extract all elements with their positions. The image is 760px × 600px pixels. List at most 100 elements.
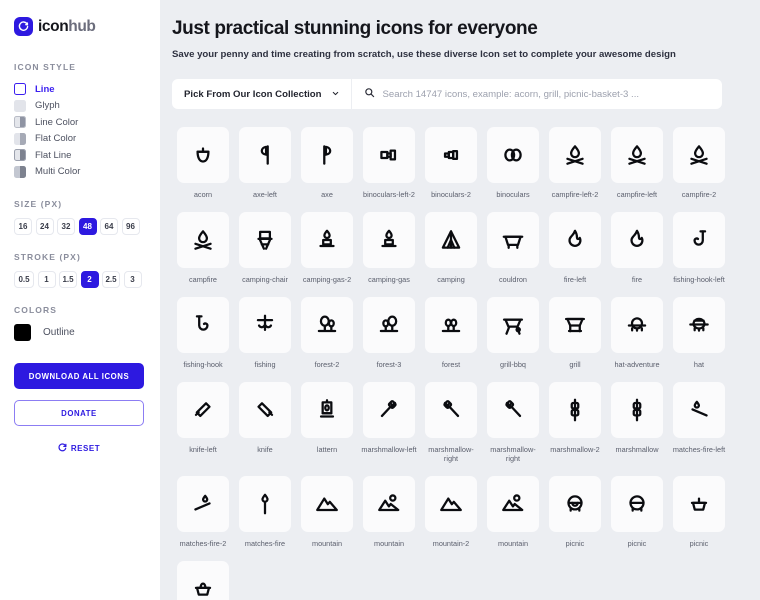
icon-cell[interactable]: forest-2 <box>296 296 358 370</box>
collection-picker[interactable]: Pick From Our Icon Collection <box>172 79 352 109</box>
style-option-flat-line[interactable]: Flat Line <box>14 147 146 164</box>
icon-cell[interactable]: couldron <box>482 211 544 285</box>
campfire-icon <box>611 127 663 183</box>
reset-button[interactable]: RESET <box>14 439 144 457</box>
stroke-option-3[interactable]: 3 <box>123 271 142 288</box>
icon-cell[interactable]: binoculars-left-2 <box>358 127 420 200</box>
icon-cell[interactable]: mountain <box>358 476 420 549</box>
download-all-icons-button[interactable]: DOWNLOAD ALL ICONS <box>14 363 144 389</box>
icon-cell[interactable]: binoculars-2 <box>420 127 482 200</box>
style-option-glyph[interactable]: Glyph <box>14 98 146 115</box>
brand-name-light: hub <box>68 17 96 35</box>
search-icon <box>364 85 375 103</box>
icon-cell[interactable]: knife <box>234 381 296 465</box>
icon-cell[interactable]: camping-chair <box>234 211 296 285</box>
icon-cell[interactable]: matches-fire-2 <box>172 476 234 549</box>
icon-cell[interactable]: binoculars <box>482 127 544 200</box>
marshmallow-right-icon <box>487 381 539 438</box>
size-option-32[interactable]: 32 <box>57 218 75 235</box>
icon-label: marshmallow-left <box>361 444 417 454</box>
color-outline-row[interactable]: Outline <box>14 324 146 341</box>
icon-cell[interactable]: axe-left <box>234 127 296 200</box>
icon-cell[interactable]: fire-left <box>544 211 606 285</box>
icon-label: grill-bbq <box>500 359 526 369</box>
icon-cell[interactable]: campfire-left-2 <box>544 127 606 200</box>
icon-cell[interactable]: campfire-left <box>606 127 668 200</box>
icon-cell[interactable]: fire <box>606 211 668 285</box>
mountain-sun-icon <box>363 476 415 533</box>
icon-label: camping-chair <box>242 274 288 284</box>
icon-label: acorn <box>193 190 213 199</box>
icon-cell[interactable]: grill <box>544 296 606 370</box>
icon-cell[interactable]: forest <box>420 296 482 370</box>
icon-cell[interactable]: knife-left <box>172 381 234 465</box>
refresh-swirl-icon <box>14 17 33 36</box>
matches-fire-icon <box>239 476 291 533</box>
icon-cell[interactable]: marshmallow <box>606 381 668 465</box>
icon-cell[interactable]: fishing-hook <box>172 296 234 370</box>
size-option-96[interactable]: 96 <box>121 218 140 235</box>
size-option-64[interactable]: 64 <box>100 218 118 235</box>
icon-cell[interactable]: lattern <box>296 381 358 465</box>
icon-cell[interactable]: fishing-hook-left <box>668 211 730 285</box>
style-option-line-color[interactable]: Line Color <box>14 114 146 131</box>
icon-cell[interactable]: matches-fire <box>234 476 296 549</box>
icon-cell[interactable]: picnic <box>172 561 234 600</box>
stroke-option-1-5[interactable]: 1.5 <box>59 271 77 288</box>
forest-3-icon <box>363 296 415 353</box>
icon-cell[interactable]: marshmallow-left <box>358 381 420 465</box>
tent-icon <box>425 211 477 268</box>
style-option-multi-color[interactable]: Multi Color <box>14 164 146 181</box>
icon-cell[interactable]: hat <box>668 296 730 370</box>
style-option-line[interactable]: Line <box>14 81 146 98</box>
icon-cell[interactable]: marshmallow-right <box>420 381 482 465</box>
icon-cell[interactable]: mountain-2 <box>420 476 482 549</box>
size-option-48[interactable]: 48 <box>78 218 97 235</box>
icon-cell[interactable]: mountain <box>296 476 358 549</box>
search-input[interactable] <box>382 88 722 100</box>
icon-cell[interactable]: campfire <box>172 211 234 285</box>
icon-cell[interactable]: marshmallow-right <box>482 381 544 465</box>
icon-cell[interactable]: camping-gas-2 <box>296 211 358 285</box>
donate-button[interactable]: DONATE <box>14 400 144 426</box>
size-option-24[interactable]: 24 <box>35 218 54 235</box>
icon-cell[interactable]: camping <box>420 211 482 285</box>
brand-logo[interactable]: iconhub <box>14 17 146 36</box>
icon-cell[interactable]: fishing <box>234 296 296 370</box>
icon-cell[interactable]: hat-adventure <box>606 296 668 370</box>
icon-cell[interactable]: picnic <box>668 476 730 549</box>
split-square-icon <box>14 149 26 162</box>
icon-cell[interactable]: marshmallow-2 <box>544 381 606 465</box>
icon-label: mountain-2 <box>432 539 470 549</box>
icon-cell[interactable]: grill-bbq <box>482 296 544 370</box>
icon-grid: acorn axe-left axe binoculars-left-2 binocul… <box>172 127 752 600</box>
stroke-option-2[interactable]: 2 <box>80 271 99 288</box>
style-option-flat-color[interactable]: Flat Color <box>14 131 146 148</box>
icon-label: binoculars <box>496 190 530 199</box>
brand-name: iconhub <box>38 17 96 36</box>
color-label: Outline <box>43 327 75 338</box>
icon-cell[interactable]: forest-3 <box>358 296 420 370</box>
icon-cell[interactable]: acorn <box>172 127 234 200</box>
icon-cell[interactable]: mountain <box>482 476 544 549</box>
icon-cell[interactable]: picnic <box>606 476 668 549</box>
style-label: Flat Color <box>35 133 77 145</box>
filled-square-icon <box>14 99 26 112</box>
stroke-option-2-5[interactable]: 2.5 <box>102 271 120 288</box>
color-swatch[interactable] <box>14 324 31 341</box>
icon-cell[interactable]: axe <box>296 127 358 200</box>
stroke-option-0-5[interactable]: 0.5 <box>14 271 34 288</box>
stroke-option-1[interactable]: 1 <box>37 271 56 288</box>
size-option-16[interactable]: 16 <box>14 218 32 235</box>
axe-left-icon <box>239 127 291 183</box>
icon-label: knife-left <box>189 444 217 454</box>
style-label: Multi Color <box>35 166 81 178</box>
mountain-icon <box>301 476 353 533</box>
icon-cell[interactable]: picnic <box>544 476 606 549</box>
icon-label: matches-fire <box>244 539 286 549</box>
search-bar: Pick From Our Icon Collection <box>172 79 722 109</box>
icon-cell[interactable]: matches-fire-left <box>668 381 730 465</box>
icon-cell[interactable]: camping-gas <box>358 211 420 285</box>
camping-gas-icon <box>301 211 353 268</box>
icon-cell[interactable]: campfire-2 <box>668 127 730 200</box>
